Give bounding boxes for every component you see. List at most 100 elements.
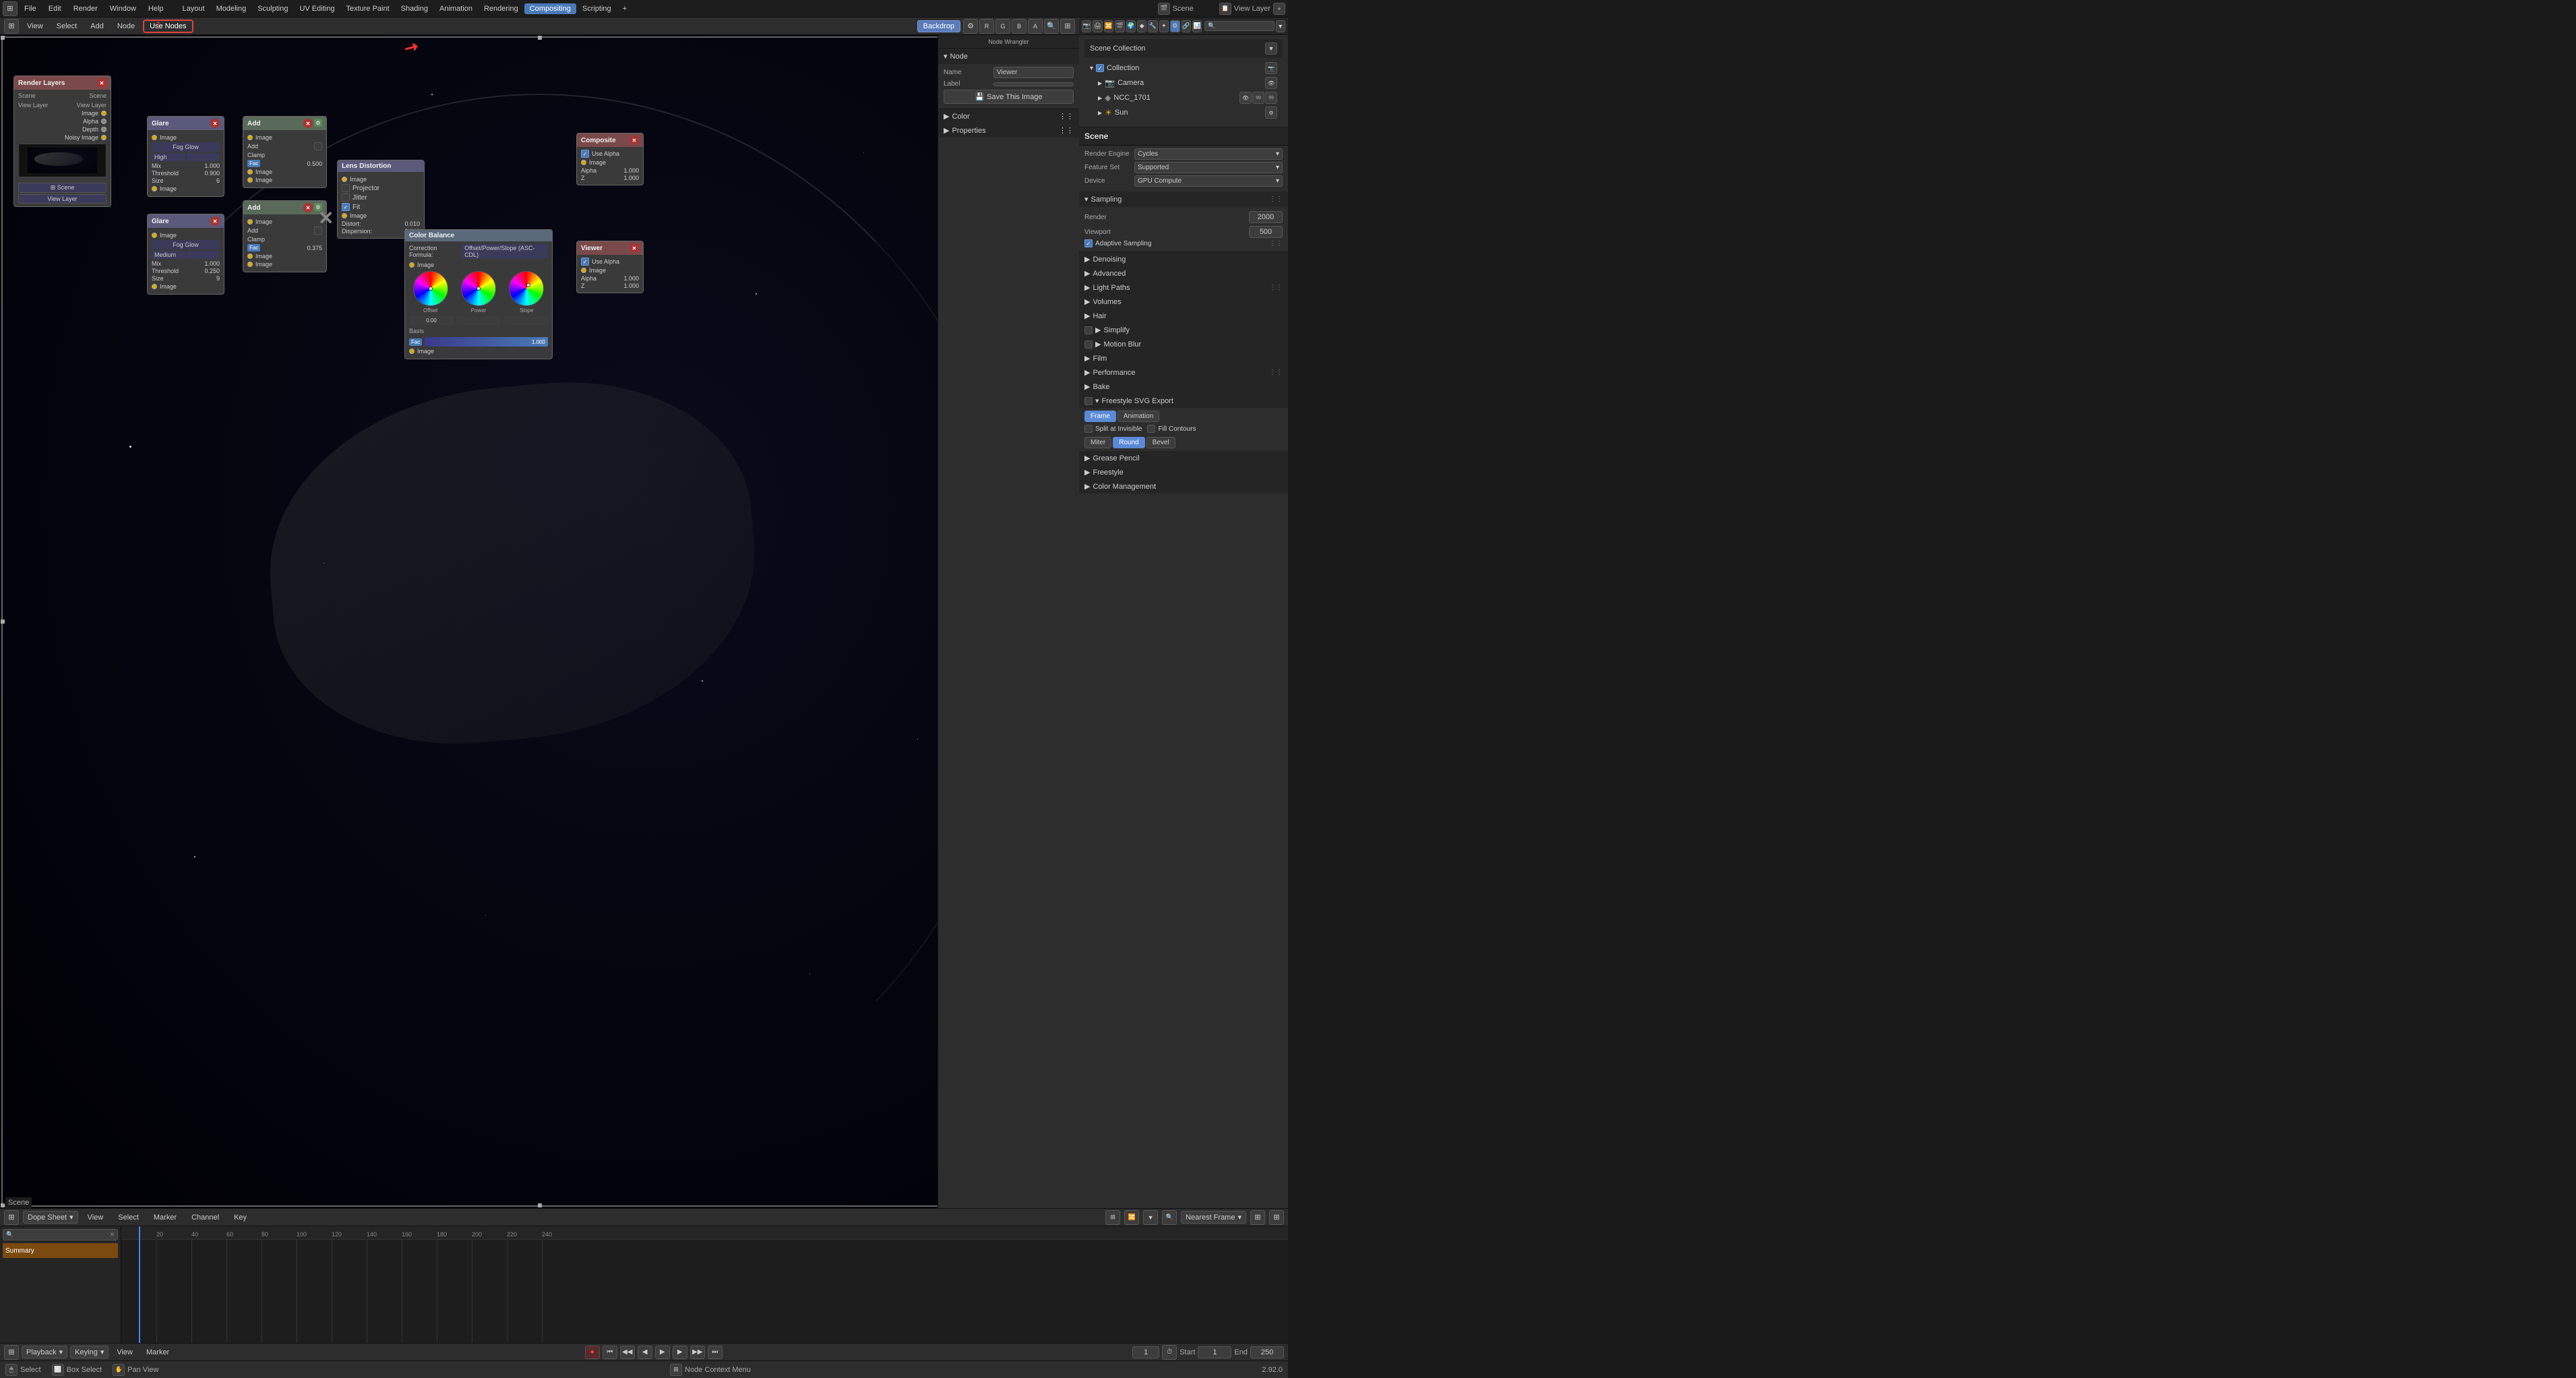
node-select-menu[interactable]: Select	[51, 21, 83, 32]
dope-filter3[interactable]: ▼	[1143, 1210, 1158, 1225]
label-input[interactable]	[993, 82, 1074, 86]
ncc-render-toggle[interactable]: 99	[1252, 92, 1264, 104]
view-layer-icon[interactable]: 📋	[1219, 3, 1231, 15]
tab-modeling[interactable]: Modeling	[211, 3, 252, 14]
node-composite[interactable]: Composite ✕ ✓Use Alpha Image Alpha1.000 …	[576, 133, 644, 185]
prop-object-icon[interactable]: ◆	[1137, 20, 1146, 32]
node-add-2[interactable]: Add ✕ ⚙ Image Add Clamp Fac 0.375	[243, 200, 327, 272]
dope-mode-selector[interactable]: Dope Sheet ▾	[23, 1211, 78, 1224]
node-glare-1[interactable]: Glare ✕ Image Fog Glow High Mix1.000 Thr…	[147, 116, 224, 197]
device-dropdown[interactable]: GPU Compute ▾	[1134, 175, 1283, 187]
dope-search-clear[interactable]: ✕	[109, 1231, 115, 1238]
prev-keyframe-button[interactable]: ◀◀	[620, 1346, 635, 1359]
collection-root[interactable]: ▾ ✓ Collection 📷	[1084, 61, 1283, 76]
playback-mode-dropdown[interactable]: Playback ▾	[22, 1346, 67, 1358]
tab-texture-paint[interactable]: Texture Paint	[340, 3, 394, 14]
grease-pencil-section[interactable]: ▶Grease Pencil	[1079, 451, 1288, 465]
sampling-menu[interactable]: ⋮⋮	[1269, 196, 1283, 203]
current-frame-field[interactable]: 1	[1132, 1346, 1159, 1358]
use-nodes-button[interactable]: Use Nodes	[143, 20, 193, 33]
dope-key-menu[interactable]: Key	[228, 1212, 252, 1223]
end-frame-field[interactable]: 250	[1250, 1346, 1284, 1358]
node-section-header[interactable]: ▾ Node	[938, 49, 1079, 64]
playback-editor-icon[interactable]: ⊞	[4, 1345, 19, 1360]
freestyle-svg-section[interactable]: ▾Freestyle SVG Export	[1079, 394, 1288, 408]
prop-world-icon[interactable]: 🌍	[1126, 20, 1136, 32]
pan-view-icon[interactable]: ✋	[113, 1364, 125, 1376]
advanced-section[interactable]: ▶Advanced	[1079, 266, 1288, 280]
node-close[interactable]: ✕	[630, 243, 639, 253]
skip-to-end-button[interactable]: ⏭	[708, 1346, 723, 1359]
menu-render[interactable]: Render	[68, 3, 103, 14]
nearest-frame-dropdown[interactable]: Nearest Frame ▾	[1181, 1211, 1246, 1224]
node-glare-2[interactable]: Glare ✕ Image Fog Glow Medium Mix1.000 T…	[147, 214, 224, 295]
channel-a[interactable]: A	[1028, 19, 1043, 34]
animation-button[interactable]: Animation	[1117, 411, 1159, 422]
node-close[interactable]: ✕	[630, 136, 639, 145]
prop-modifier-icon[interactable]: 🔧	[1148, 20, 1157, 32]
blender-menu-icon[interactable]: ⊞	[3, 1, 18, 16]
sun-gear[interactable]: ⚙	[1265, 107, 1277, 119]
collection-item-camera[interactable]: ▶ 📷 Camera 👁	[1084, 76, 1283, 90]
prop-view-layer-icon[interactable]: 🔀	[1104, 20, 1113, 32]
prop-scene-icon[interactable]: 🎬	[1115, 20, 1124, 32]
skip-to-start-button[interactable]: ⏮	[603, 1346, 617, 1359]
dope-view-menu[interactable]: View	[82, 1212, 109, 1223]
dope-channel-menu[interactable]: Channel	[186, 1212, 224, 1223]
backdrop-button[interactable]: Backdrop	[917, 20, 960, 32]
prop-render-icon[interactable]: 📷	[1082, 20, 1091, 32]
freestyle-section[interactable]: ▶Freestyle	[1079, 465, 1288, 479]
bevel-button[interactable]: Bevel	[1146, 437, 1175, 448]
feature-set-dropdown[interactable]: Supported ▾	[1134, 162, 1283, 173]
dope-search-input[interactable]	[15, 1231, 108, 1238]
prop-particles-icon[interactable]: ✦	[1159, 20, 1169, 32]
color-management-section[interactable]: ▶Color Management	[1079, 479, 1288, 493]
frame-time-icon[interactable]: ⏱	[1162, 1345, 1177, 1360]
tab-shading[interactable]: Shading	[396, 3, 433, 14]
adaptive-sampling-menu[interactable]: ⋮⋮	[1269, 240, 1283, 247]
prev-frame-button[interactable]: ◀	[638, 1346, 652, 1359]
editor-type-icon[interactable]: ⊞	[4, 19, 19, 34]
tab-scripting[interactable]: Scripting	[577, 3, 617, 14]
sampling-header[interactable]: ▾ Sampling ⋮⋮	[1079, 191, 1288, 207]
filter-icon-right[interactable]: ▼	[1276, 20, 1285, 32]
camera-hide[interactable]: 👁	[1265, 77, 1277, 89]
collection-item-ncc[interactable]: ▶ ◆ NCC_1701 👁 99 99	[1084, 90, 1283, 105]
miter-button[interactable]: Miter	[1084, 437, 1111, 448]
play-button[interactable]: ▶	[655, 1346, 670, 1359]
prop-physics-icon[interactable]: ⚙	[1170, 20, 1179, 32]
node-lens-distortion[interactable]: Lens Distortion Image Projector Jitter ✓…	[337, 160, 425, 239]
tab-compositing[interactable]: Compositing	[524, 3, 576, 14]
denoising-section[interactable]: ▶Denoising	[1079, 252, 1288, 266]
filter-icon[interactable]: ⊞	[1060, 19, 1075, 34]
view-layer-add[interactable]: +	[1273, 3, 1285, 15]
collection-visibility[interactable]: ✓	[1096, 64, 1104, 72]
tab-rendering[interactable]: Rendering	[479, 3, 524, 14]
start-frame-field[interactable]: 1	[1198, 1346, 1231, 1358]
menu-file[interactable]: File	[19, 3, 42, 14]
tab-animation[interactable]: Animation	[434, 3, 478, 14]
dope-filter1[interactable]: ⊞	[1105, 1210, 1120, 1225]
channel-b[interactable]: B	[1012, 19, 1026, 34]
dope-filter2[interactable]: 🔀	[1124, 1210, 1139, 1225]
ncc-extra[interactable]: 99	[1265, 92, 1277, 104]
node-view-menu[interactable]: View	[22, 21, 49, 32]
name-input[interactable]: Viewer	[993, 67, 1074, 78]
node-close[interactable]: ✕	[303, 203, 313, 212]
dope-select-menu[interactable]: Select	[113, 1212, 144, 1223]
performance-section[interactable]: ▶Performance ⋮⋮	[1079, 365, 1288, 380]
node-context-icon[interactable]: ⊞	[670, 1364, 682, 1376]
node-close[interactable]: ✕	[210, 216, 220, 226]
backdrop-settings-icon[interactable]: ⚙	[963, 19, 978, 34]
ncc-hide[interactable]: 👁	[1239, 92, 1252, 104]
sync-icon[interactable]: ⊞	[1250, 1210, 1265, 1225]
bake-section[interactable]: ▶Bake	[1079, 380, 1288, 394]
node-add-1[interactable]: Add ✕ ⚙ Image Add Clamp Fac 0.500	[243, 116, 327, 188]
dope-editor-icon[interactable]: ⊞	[4, 1210, 19, 1225]
node-add-menu[interactable]: Add	[85, 21, 109, 32]
box-select-icon[interactable]: ⬜	[52, 1364, 64, 1376]
film-section[interactable]: ▶Film	[1079, 351, 1288, 365]
scene-collection-filter[interactable]: ▼	[1265, 42, 1277, 55]
properties-section[interactable]: ▶ Properties ⋮⋮	[938, 123, 1079, 138]
collection-item-sun[interactable]: ▶ ☀ Sun ⚙	[1084, 105, 1283, 120]
